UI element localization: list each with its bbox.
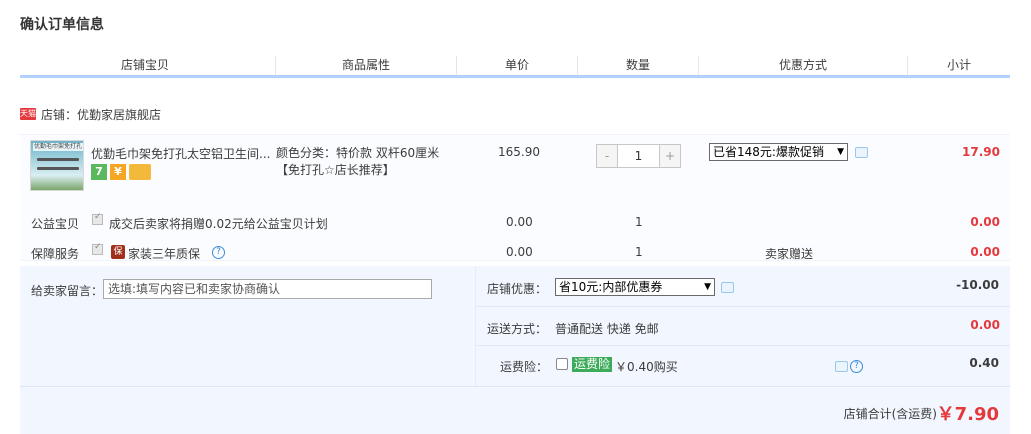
towel-bar-shape [37, 158, 79, 161]
shop-label: 店铺： [41, 108, 78, 122]
shop-discount-select[interactable]: 省10元:内部优惠券 ▼ [555, 278, 715, 296]
shop-discount-value: -10.00 [956, 278, 999, 292]
chevron-down-icon: ▼ [704, 282, 711, 292]
page-title: 确认订单信息 [20, 17, 104, 33]
column-header-attributes: 商品属性 [341, 58, 390, 72]
product-title-link[interactable]: 优勤毛巾架免打孔太空铝卫生间... [91, 145, 271, 162]
charity-subtotal: 0.00 [970, 215, 1000, 229]
credit-pay-icon: ¥ [110, 164, 126, 180]
shipping-amount: 0.00 [970, 318, 1000, 332]
service-label-warranty: 保障服务 [31, 247, 80, 261]
help-icon[interactable]: ? [212, 246, 225, 259]
insurance-price: ￥0.40购买 [615, 360, 678, 374]
shipping-label: 运送方式： [487, 322, 548, 336]
card-pay-icon [129, 164, 151, 180]
warranty-discount: 卖家赠送 [765, 247, 814, 261]
shop-total-value: ￥7.90 [936, 404, 999, 425]
chat-icon[interactable] [721, 282, 734, 293]
shipping-method: 普通配送 快递 免邮 [555, 322, 659, 336]
item-discount-selected: 已省148元:爆款促销 [713, 145, 824, 159]
chat-icon[interactable] [835, 361, 848, 372]
divider [475, 345, 1010, 346]
charity-checkbox[interactable] [92, 212, 103, 225]
insurance-checkbox[interactable] [556, 358, 568, 370]
column-header-subtotal: 小计 [946, 58, 971, 72]
shop-total-label: 店铺合计(含运费) [843, 407, 937, 421]
thumbnail-caption: 优勤毛巾架免打孔 [33, 143, 83, 151]
attribute-color: 颜色分类：特价款 双杆60厘米 [276, 146, 440, 160]
column-header-shop-item: 店铺宝贝 [120, 58, 169, 72]
chat-icon[interactable] [855, 147, 868, 158]
service-icons: 7 ¥ [91, 164, 151, 180]
column-header-quantity: 数量 [625, 58, 650, 72]
unit-price: 165.90 [498, 145, 540, 159]
warranty-checkbox[interactable] [92, 242, 103, 255]
shop-name-link[interactable]: 优勤家居旗舰店 [77, 108, 161, 122]
seven-day-return-icon: 7 [91, 164, 107, 180]
remark-input[interactable]: 选填:填写内容已和卖家协商确认 [103, 279, 432, 299]
column-header-discount: 优惠方式 [778, 58, 827, 72]
quantity-input[interactable]: 1 [617, 145, 660, 167]
tmall-badge-icon: 天猫 [20, 108, 36, 120]
charity-description: 成交后卖家将捐赠0.02元给公益宝贝计划 [109, 217, 328, 231]
insurance-amount: 0.40 [969, 356, 999, 370]
shop-discount-label: 店铺优惠： [487, 282, 548, 296]
shop-name-line: 店铺：优勤家居旗舰店 [41, 106, 161, 123]
product-thumbnail[interactable]: 优勤毛巾架免打孔 [30, 140, 84, 191]
quantity-increase-button[interactable]: + [660, 145, 680, 167]
insurance-label: 运费险： [500, 360, 549, 374]
warranty-badge-icon: 保 [111, 245, 125, 259]
warranty-price: 0.00 [506, 245, 533, 259]
help-icon[interactable]: ? [850, 360, 863, 373]
quantity-stepper: - 1 + [596, 144, 681, 168]
item-subtotal: 17.90 [962, 145, 1000, 159]
charity-quantity: 1 [635, 215, 643, 229]
item-discount-select[interactable]: 已省148元:爆款促销 ▼ [709, 143, 848, 161]
column-header-price: 单价 [504, 58, 529, 72]
warranty-subtotal: 0.00 [970, 245, 1000, 259]
table-header: 店铺宝贝 商品属性 单价 数量 优惠方式 小计 [20, 56, 1010, 78]
attribute-note: 【免打孔☆店长推荐】 [276, 163, 395, 177]
warranty-quantity: 1 [635, 245, 643, 259]
insurance-tag: 运费险 [572, 357, 613, 372]
charity-price: 0.00 [506, 215, 533, 229]
towel-bar-shape [37, 167, 79, 170]
warranty-description: 家装三年质保 [128, 247, 201, 261]
service-label-charity: 公益宝贝 [31, 217, 80, 231]
remark-label: 给卖家留言： [31, 284, 104, 298]
product-attributes: 颜色分类：特价款 双杆60厘米 【免打孔☆店长推荐】 [276, 145, 446, 179]
quantity-decrease-button[interactable]: - [597, 145, 617, 167]
chevron-down-icon: ▼ [837, 147, 844, 157]
shop-discount-selected: 省10元:内部优惠券 [559, 280, 663, 294]
divider [475, 306, 1010, 307]
